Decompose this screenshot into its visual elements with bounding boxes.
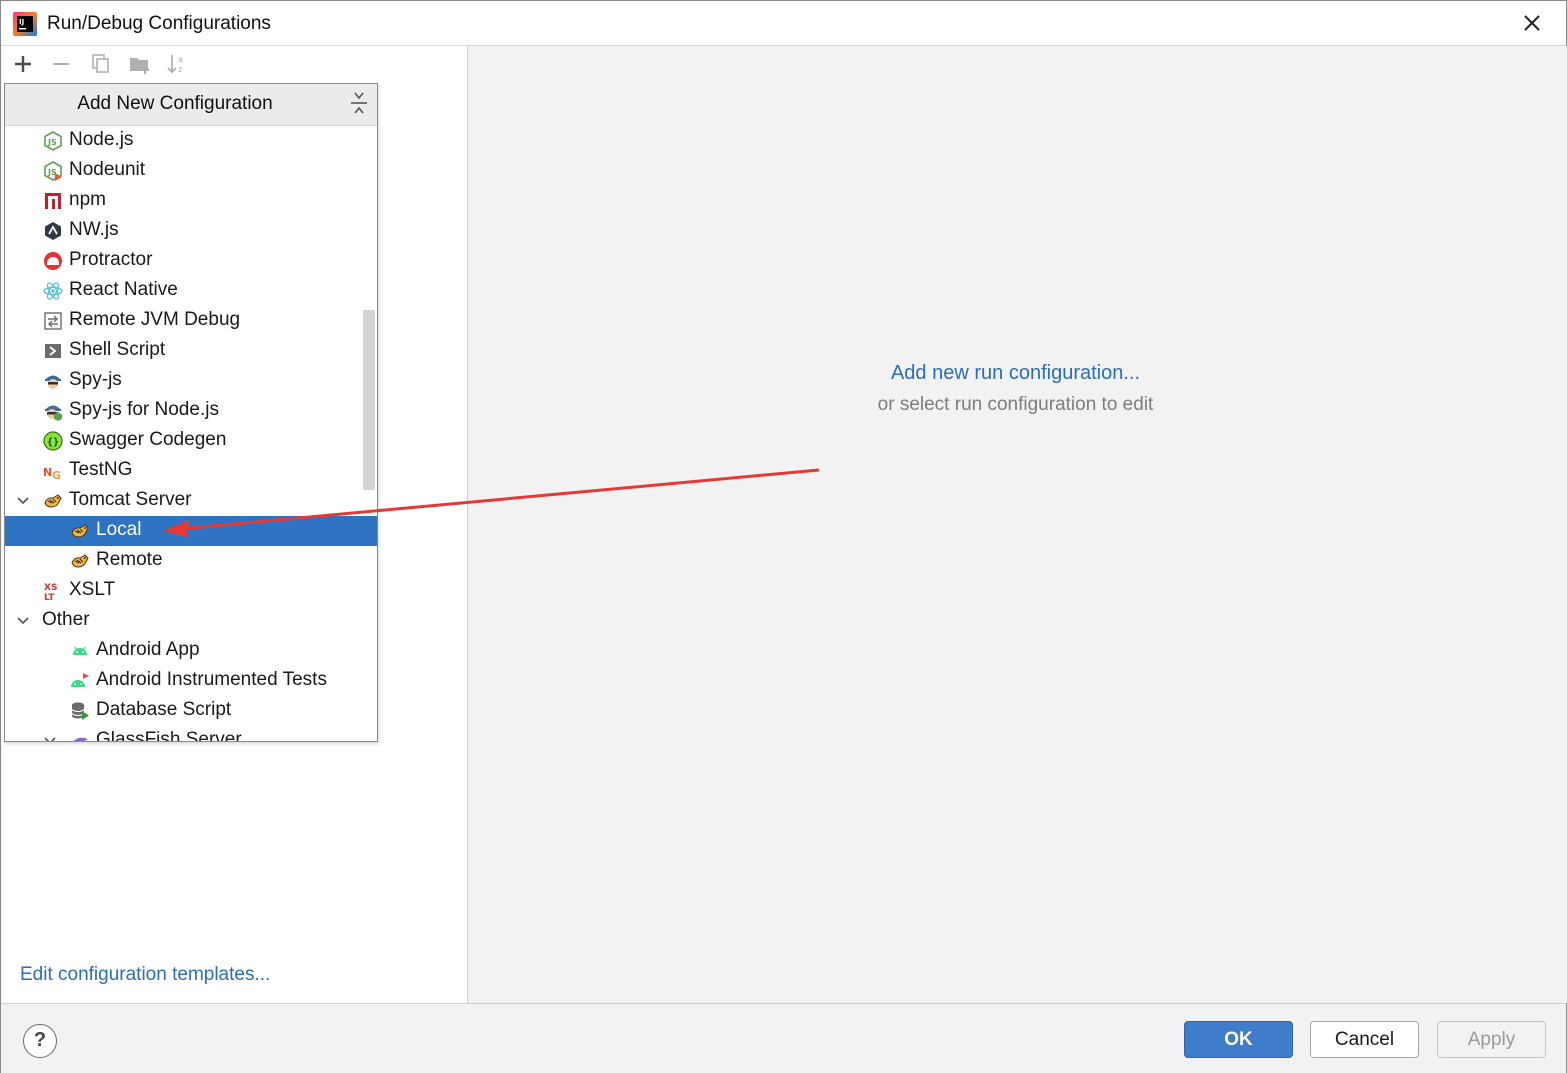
android-icon [73, 646, 87, 655]
react-icon [43, 282, 63, 300]
configurations-toolbar: a z [2, 46, 467, 82]
config-type-npm[interactable]: npm [5, 186, 377, 216]
move-to-folder-icon[interactable] [128, 52, 152, 76]
database-script-icon [71, 702, 89, 720]
svg-text:JS: JS [47, 138, 57, 147]
testng-icon: NG [43, 466, 61, 481]
svg-text:XS: XS [44, 583, 57, 593]
intellij-logo-icon: IJ [13, 12, 37, 36]
svg-text:LT: LT [44, 593, 55, 601]
protractor-icon [44, 252, 62, 270]
cancel-button[interactable]: Cancel [1310, 1021, 1419, 1058]
apply-button: Apply [1437, 1021, 1546, 1058]
config-type-protractor[interactable]: Protractor [5, 246, 377, 276]
config-type-react-native[interactable]: React Native [5, 276, 377, 306]
config-type-glassfish-server[interactable]: GlassFish Server [5, 726, 377, 742]
help-button[interactable]: ? [23, 1024, 57, 1058]
config-type-label: Other [42, 609, 90, 630]
configuration-editor-pane: Add new run configuration... or select r… [468, 46, 1567, 1003]
config-type-other[interactable]: Other [5, 606, 377, 636]
config-type-shell-script[interactable]: Shell Script [5, 336, 377, 366]
svg-text:G: G [52, 469, 61, 481]
npm-icon [45, 193, 61, 209]
svg-text:N: N [43, 466, 52, 479]
glassfish-icon [73, 737, 88, 741]
svg-text:a: a [178, 55, 183, 64]
tomcat-icon [71, 524, 89, 538]
config-type-android-app[interactable]: Android App [5, 636, 377, 666]
nwjs-icon [45, 222, 61, 240]
add-new-configuration-link[interactable]: Add new run configuration... [468, 362, 1563, 385]
chevron-down-icon[interactable] [15, 613, 31, 629]
svg-text:z: z [178, 65, 182, 74]
edit-templates-link[interactable]: Edit configuration templates... [20, 964, 270, 986]
config-type-nodeunit[interactable]: JS Nodeunit [5, 156, 377, 186]
swagger-icon: {} [43, 431, 63, 451]
remove-icon[interactable] [49, 52, 73, 76]
svg-text:{}: {} [47, 437, 59, 448]
close-icon[interactable] [1520, 11, 1544, 35]
select-configuration-hint: or select run configuration to edit [877, 394, 1154, 415]
config-type-label: Remote [96, 549, 163, 570]
config-type-label: Spy-js [69, 369, 122, 390]
config-type-tomcat-server[interactable]: Tomcat Server [5, 486, 377, 516]
nodejs-icon: JS [44, 131, 62, 151]
popup-title: Add New Configuration [77, 93, 273, 114]
config-type-label: GlassFish Server [96, 729, 242, 742]
chevron-down-icon[interactable] [15, 493, 31, 509]
config-type-label: npm [69, 189, 106, 210]
ok-button[interactable]: OK [1184, 1021, 1293, 1058]
config-type-label: NW.js [69, 219, 119, 240]
config-type-label: React Native [69, 279, 178, 300]
android-test-icon [71, 673, 89, 687]
config-type-label: Database Script [96, 699, 232, 720]
config-type-label: Android App [96, 639, 200, 660]
config-type-label: XSLT [69, 579, 116, 600]
spy-js-node-icon [45, 405, 62, 421]
svg-text:IJ: IJ [19, 18, 24, 26]
title-bar: IJ Run/Debug Configurations [1, 1, 1566, 46]
popup-header: Add New Configuration [5, 84, 377, 126]
config-type-label: Tomcat Server [69, 489, 192, 510]
copy-icon[interactable] [89, 52, 113, 76]
tomcat-icon [71, 554, 89, 568]
run-debug-configurations-dialog: IJ Run/Debug Configurations a z Edit con… [0, 0, 1567, 1073]
chevron-down-icon[interactable] [42, 733, 58, 742]
config-type-remote[interactable]: Remote [5, 546, 377, 576]
config-type-label: TestNG [69, 459, 133, 480]
sort-alphabetically-icon[interactable]: a z [166, 52, 190, 76]
config-type-spy-js[interactable]: Spy-js [5, 366, 377, 396]
tomcat-icon [44, 494, 62, 508]
config-type-local[interactable]: Local [5, 516, 377, 546]
add-icon[interactable] [11, 52, 35, 76]
config-type-database-script[interactable]: Database Script [5, 696, 377, 726]
config-type-label: Swagger Codegen [69, 429, 227, 450]
config-type-swagger-codegen[interactable]: {} Swagger Codegen [5, 426, 377, 456]
window-title: Run/Debug Configurations [47, 13, 271, 34]
config-type-remote-jvm-debug[interactable]: Remote JVM Debug [5, 306, 377, 336]
add-new-configuration-popup: Add New Configuration JS Node.js JS Nodeuni… [4, 83, 378, 742]
config-type-xslt[interactable]: XS LT XSLT [5, 576, 377, 606]
config-type-label: Local [96, 519, 142, 540]
config-type-node-js[interactable]: JS Node.js [5, 126, 377, 156]
config-type-label: Android Instrumented Tests [96, 669, 327, 690]
config-type-label: Protractor [69, 249, 153, 270]
config-type-label: Remote JVM Debug [69, 309, 241, 330]
remote-debug-icon [44, 312, 62, 330]
config-type-label: Nodeunit [69, 159, 146, 180]
config-type-label: Spy-js for Node.js [69, 399, 219, 420]
config-type-nw-js[interactable]: NW.js [5, 216, 377, 246]
shell-script-icon [45, 344, 61, 358]
spy-js-icon [45, 375, 61, 389]
dialog-button-bar: ? OK Cancel Apply [1, 1003, 1566, 1073]
collapse-all-icon[interactable] [349, 90, 369, 116]
popup-scrollbar[interactable] [363, 310, 375, 490]
config-type-android-instrumented-tests[interactable]: Android Instrumented Tests [5, 666, 377, 696]
nodeunit-icon: JS [44, 161, 62, 181]
config-type-testng[interactable]: N G TestNG [5, 456, 377, 486]
xslt-icon: XSLT [44, 583, 57, 601]
config-type-label: Node.js [69, 129, 134, 150]
config-type-label: Shell Script [69, 339, 166, 360]
config-type-spy-js-for-node-js[interactable]: Spy-js for Node.js [5, 396, 377, 426]
